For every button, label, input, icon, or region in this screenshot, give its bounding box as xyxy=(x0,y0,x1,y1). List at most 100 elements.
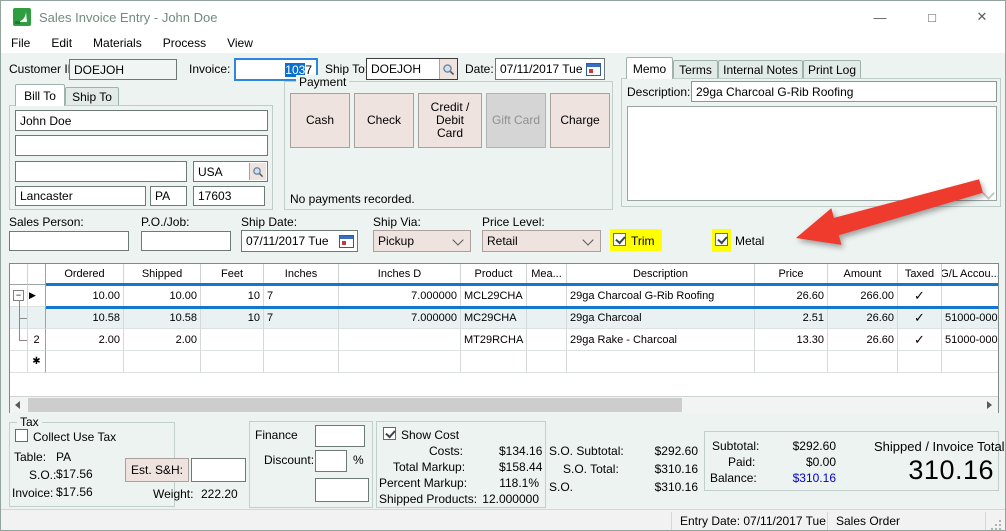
ship-date-field[interactable]: 07/11/2017 Tue xyxy=(241,230,358,252)
cell-price[interactable]: 2.51 xyxy=(755,307,828,329)
cell-feet[interactable] xyxy=(201,329,264,351)
close-button[interactable]: ✕ xyxy=(961,1,1003,33)
ship-to-lookup-button[interactable] xyxy=(439,59,457,79)
cell-taxed-check-icon[interactable]: ✓ xyxy=(898,329,942,351)
cell-amount[interactable]: 26.60 xyxy=(828,329,898,351)
scroll-left-icon[interactable] xyxy=(15,401,20,409)
city-field[interactable]: Lancaster xyxy=(15,186,146,206)
tab-internal-notes[interactable]: Internal Notes xyxy=(718,60,803,79)
finance-field[interactable] xyxy=(315,425,365,447)
col-header-gl-account[interactable]: G/L Accou... xyxy=(942,264,998,285)
cell-product[interactable]: MT29RCHA xyxy=(461,329,527,351)
cell-taxed-check-icon[interactable]: ✓ xyxy=(898,307,942,329)
ship-via-dropdown[interactable]: Pickup xyxy=(373,230,471,252)
cell-amount[interactable]: 266.00 xyxy=(828,285,898,307)
grid-row-3[interactable]: 2 2.00 2.00 MT29RCHA 29ga Rake - Charcoa… xyxy=(10,329,998,351)
cell-ordered[interactable]: 10.58 xyxy=(46,307,124,329)
cell-inches[interactable]: 7 xyxy=(264,307,339,329)
cell-amount[interactable]: 26.60 xyxy=(828,307,898,329)
grid-row-1[interactable]: − ▶ 10.00 10.00 10 7 7.000000 MCL29CHA 2… xyxy=(10,285,998,307)
tab-memo[interactable]: Memo xyxy=(626,57,673,79)
country-field[interactable]: USA xyxy=(193,161,268,182)
cell-gl-account[interactable]: 51000-000 xyxy=(942,329,998,351)
cell-inches-d[interactable]: 7.000000 xyxy=(339,285,461,307)
cell-inches-d[interactable]: 7.000000 xyxy=(339,307,461,329)
cell-empty[interactable] xyxy=(461,351,527,373)
scrollbar-thumb[interactable] xyxy=(28,398,682,412)
cell-mea[interactable] xyxy=(527,307,567,329)
sales-person-field[interactable] xyxy=(9,231,129,251)
ship-date-picker-button[interactable] xyxy=(337,232,356,250)
cell-empty[interactable] xyxy=(567,351,755,373)
check-button[interactable]: Check xyxy=(354,93,414,148)
col-header-inches-d[interactable]: Inches D xyxy=(339,264,461,285)
cell-feet[interactable]: 10 xyxy=(201,285,264,307)
col-header-taxed[interactable]: Taxed xyxy=(898,264,942,285)
cell-product[interactable]: MC29CHA xyxy=(461,307,527,329)
col-header-inches[interactable]: Inches xyxy=(264,264,339,285)
maximize-button[interactable]: □ xyxy=(911,1,953,33)
address-line3-field[interactable] xyxy=(15,161,187,182)
charge-button[interactable]: Charge xyxy=(550,93,610,148)
cell-ordered[interactable]: 2.00 xyxy=(46,329,124,351)
cell-empty[interactable] xyxy=(46,351,124,373)
discount-field[interactable] xyxy=(315,450,347,472)
col-header-shipped[interactable]: Shipped xyxy=(124,264,201,285)
col-header-ordered[interactable]: Ordered xyxy=(46,264,124,285)
cell-empty[interactable] xyxy=(942,351,998,373)
cell-product[interactable]: MCL29CHA xyxy=(461,285,527,307)
menu-process[interactable]: Process xyxy=(163,36,206,50)
menu-edit[interactable]: Edit xyxy=(51,36,72,50)
address-name-field[interactable]: John Doe xyxy=(15,110,268,131)
minimize-button[interactable]: — xyxy=(859,1,901,33)
tab-print-log[interactable]: Print Log xyxy=(803,60,861,79)
finance-extra-field[interactable] xyxy=(315,478,369,502)
cell-empty[interactable] xyxy=(828,351,898,373)
address-line2-field[interactable] xyxy=(15,135,268,156)
menu-view[interactable]: View xyxy=(227,36,253,50)
resize-grip-icon[interactable] xyxy=(995,524,997,526)
cell-empty[interactable] xyxy=(264,351,339,373)
est-sh-button[interactable]: Est. S&H: xyxy=(125,458,189,482)
cell-empty[interactable] xyxy=(124,351,201,373)
col-header-amount[interactable]: Amount xyxy=(828,264,898,285)
tab-ship-to[interactable]: Ship To xyxy=(65,87,119,106)
scroll-right-icon[interactable] xyxy=(987,401,992,409)
cell-shipped[interactable]: 2.00 xyxy=(124,329,201,351)
collect-use-tax-checkbox[interactable] xyxy=(15,429,28,442)
col-header-product[interactable]: Product xyxy=(461,264,527,285)
country-lookup-button[interactable] xyxy=(249,163,266,180)
cell-feet[interactable]: 10 xyxy=(201,307,264,329)
show-cost-checkbox[interactable] xyxy=(383,427,396,440)
cell-shipped[interactable]: 10.58 xyxy=(124,307,201,329)
credit-debit-card-button[interactable]: Credit / Debit Card xyxy=(418,93,482,148)
cell-description[interactable]: 29ga Charcoal xyxy=(567,307,755,329)
customer-id-field[interactable]: DOEJOH xyxy=(69,59,177,80)
grid-new-row[interactable]: ✱ xyxy=(10,351,998,373)
cell-shipped[interactable]: 10.00 xyxy=(124,285,201,307)
cell-price[interactable]: 26.60 xyxy=(755,285,828,307)
cell-empty[interactable] xyxy=(339,351,461,373)
cell-inches[interactable]: 7 xyxy=(264,285,339,307)
col-header-price[interactable]: Price xyxy=(755,264,828,285)
cell-mea[interactable] xyxy=(527,285,567,307)
col-header-feet[interactable]: Feet xyxy=(201,264,264,285)
zip-field[interactable]: 17603 xyxy=(193,186,265,206)
grid-horizontal-scrollbar[interactable] xyxy=(10,396,998,413)
tab-bill-to[interactable]: Bill To xyxy=(15,84,65,106)
state-field[interactable]: PA xyxy=(150,186,187,206)
cell-description[interactable]: 29ga Charcoal G-Rib Roofing xyxy=(567,285,755,307)
metal-checkbox[interactable] xyxy=(715,233,728,246)
collapse-expand-icon[interactable]: − xyxy=(13,290,24,301)
ship-to-field[interactable]: DOEJOH xyxy=(366,58,458,80)
date-field[interactable]: 07/11/2017 Tue xyxy=(495,58,605,80)
cell-price[interactable]: 13.30 xyxy=(755,329,828,351)
trim-checkbox[interactable] xyxy=(613,233,626,246)
po-job-field[interactable] xyxy=(141,231,231,251)
col-header-description[interactable]: Description xyxy=(567,264,755,285)
cell-inches-d[interactable] xyxy=(339,329,461,351)
cell-taxed-check-icon[interactable]: ✓ xyxy=(898,285,942,307)
cell-empty[interactable] xyxy=(755,351,828,373)
gift-card-button[interactable]: Gift Card xyxy=(486,93,546,148)
cell-mea[interactable] xyxy=(527,329,567,351)
